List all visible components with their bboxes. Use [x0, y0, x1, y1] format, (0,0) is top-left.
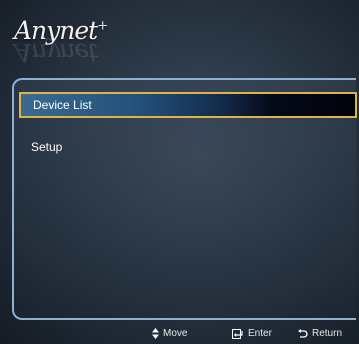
updown-arrow-icon [152, 328, 159, 339]
logo-plus: + [97, 18, 108, 34]
menu-panel: Device List Setup [12, 78, 357, 320]
hint-move: Move [152, 328, 187, 339]
enter-icon [232, 328, 243, 339]
menu-item-label: Device List [33, 98, 92, 112]
hint-return-label: Return [312, 328, 343, 339]
hint-enter: Enter [232, 328, 272, 339]
logo-reflection: Anynet [14, 38, 98, 67]
menu-item-setup[interactable]: Setup [19, 134, 357, 160]
menu-item-device-list[interactable]: Device List [19, 92, 357, 118]
menu-item-label: Setup [31, 140, 63, 154]
hint-move-label: Move [163, 328, 188, 339]
footer-hints: Move Enter Return [0, 326, 359, 344]
hint-enter-label: Enter [248, 328, 272, 339]
hint-return: Return [298, 328, 342, 339]
return-icon [298, 328, 308, 338]
